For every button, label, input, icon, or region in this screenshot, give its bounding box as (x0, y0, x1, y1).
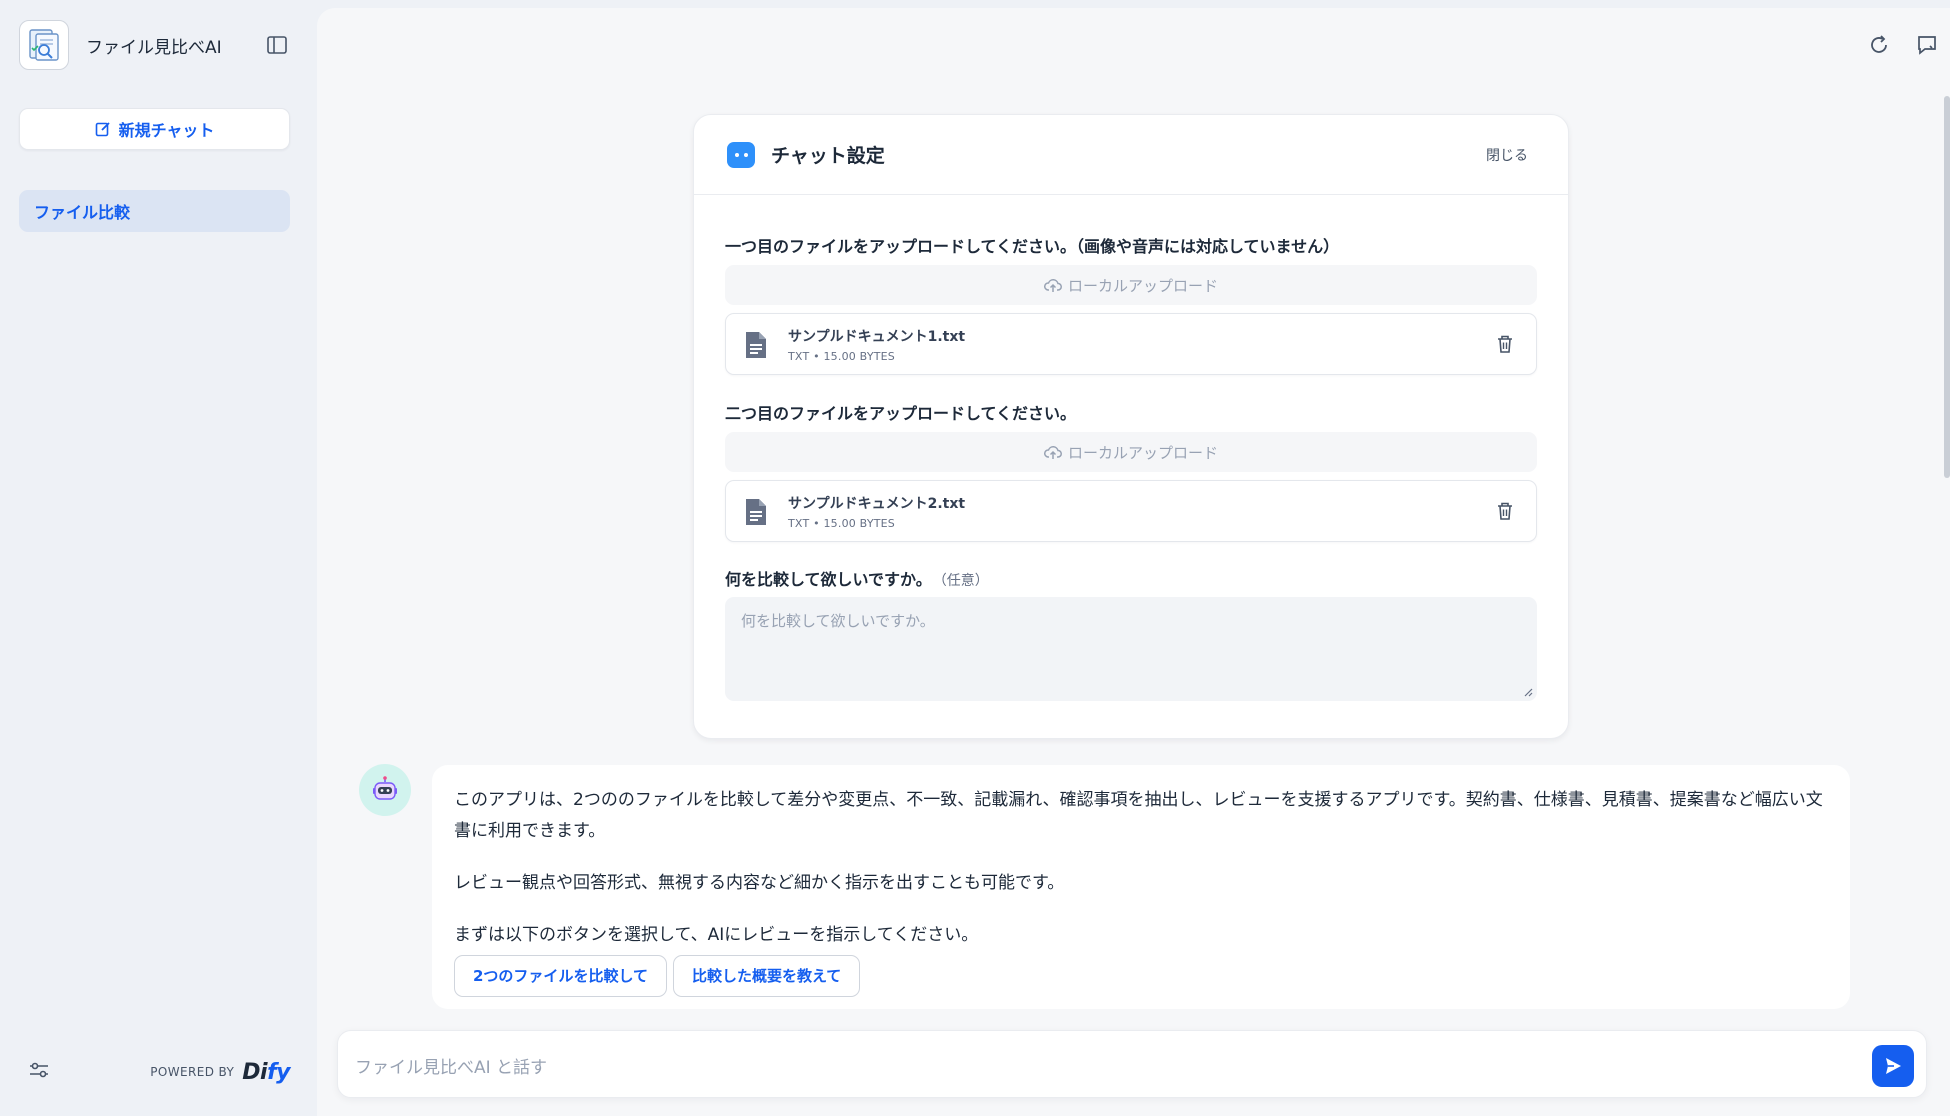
sidebar-footer: POWERED BY Dify (28, 1052, 290, 1092)
file-name: サンプルドキュメント1.txt (788, 329, 966, 345)
file1-item: サンプルドキュメント1.txt TXT • 15.00 BYTES (725, 313, 1537, 375)
optional-tag: （任意） (939, 573, 989, 589)
chat-bubble-icon (727, 141, 755, 168)
app-name: ファイル見比べAI (86, 37, 222, 58)
chat-settings-title: チャット設定 (771, 145, 885, 167)
powered-by: POWERED BY Dify (150, 1060, 290, 1085)
sidebar-item-label: ファイル比較 (34, 203, 131, 222)
file1-upload-button[interactable]: ローカルアップロード (725, 265, 1537, 305)
question-placeholder: 何を比較して欲しいですか。 (741, 612, 935, 630)
chat-settings-header: チャット設定 閉じる (694, 115, 1568, 195)
settings-sliders-icon[interactable] (28, 1060, 50, 1084)
file-name: サンプルドキュメント2.txt (788, 496, 966, 512)
close-button[interactable]: 閉じる (1486, 145, 1528, 165)
file2-item: サンプルドキュメント2.txt TXT • 15.00 BYTES (725, 480, 1537, 542)
file-meta: TXT • 15.00 BYTES (788, 517, 895, 530)
app-header: ファイル見比べAI (19, 18, 299, 72)
app-logo-icon (19, 20, 69, 70)
suggested-questions: 2つのファイルを比較して 比較した概要を教えて (454, 955, 1828, 997)
refresh-icon[interactable] (1866, 32, 1892, 58)
bot-avatar (359, 764, 411, 816)
chat-input-placeholder: ファイル見比べAI と話す (355, 1058, 548, 1078)
chat-input[interactable]: ファイル見比べAI と話す (337, 1030, 1927, 1098)
sidebar-collapse-icon[interactable] (265, 33, 289, 57)
send-icon (1886, 1058, 1901, 1074)
document-icon (746, 332, 766, 358)
robot-icon (373, 776, 397, 800)
resize-handle-icon[interactable] (1523, 687, 1533, 697)
file2-label: 二つ目のファイルをアップロードしてください。 (725, 404, 1077, 423)
new-chat-label: 新規チャット (118, 121, 215, 140)
scrollbar[interactable] (1944, 96, 1950, 478)
trash-icon[interactable] (1496, 334, 1514, 354)
message-paragraph: レビュー観点や回答形式、無視する内容など細かく指示を出すことも可能です。 (454, 873, 1065, 893)
message-paragraph: まずは以下のボタンを選択して、AIにレビューを指示してください。 (454, 925, 979, 945)
suggestion-button[interactable]: 2つのファイルを比較して (454, 955, 667, 997)
upload-label: ローカルアップロード (1067, 443, 1218, 462)
chat-settings-icon[interactable] (1914, 32, 1940, 58)
new-chat-button[interactable]: 新規チャット (19, 108, 290, 150)
document-icon (746, 499, 766, 525)
bot-message: このアプリは、2つののファイルを比較して差分や変更点、不一致、記載漏れ、確認事項… (432, 765, 1850, 1009)
sidebar: ファイル見比べAI 新規チャット ファイル比較 POWERED BY Dify (0, 0, 317, 1116)
main-area: チャット設定 閉じる 一つ目のファイルをアップロードしてください。（画像や音声に… (317, 8, 1950, 1116)
top-toolbar (1866, 32, 1950, 58)
trash-icon[interactable] (1496, 501, 1514, 521)
send-button[interactable] (1872, 1045, 1914, 1087)
powered-by-label: POWERED BY (150, 1065, 235, 1079)
message-paragraph: このアプリは、2つののファイルを比較して差分や変更点、不一致、記載漏れ、確認事項… (454, 790, 1823, 841)
chat-settings-panel: チャット設定 閉じる 一つ目のファイルをアップロードしてください。（画像や音声に… (693, 114, 1569, 739)
cloud-upload-icon (1043, 446, 1062, 459)
question-label: 何を比較して欲しいですか。 （任意） (725, 570, 989, 589)
sidebar-item-file-compare[interactable]: ファイル比較 (19, 190, 290, 232)
file1-label: 一つ目のファイルをアップロードしてください。（画像や音声には対応していません） (725, 237, 1340, 256)
cloud-upload-icon (1043, 279, 1062, 292)
question-textarea[interactable]: 何を比較して欲しいですか。 (725, 597, 1537, 701)
edit-icon (95, 122, 110, 137)
upload-label: ローカルアップロード (1067, 276, 1218, 295)
suggestion-button[interactable]: 比較した概要を教えて (673, 955, 861, 997)
file2-upload-button[interactable]: ローカルアップロード (725, 432, 1537, 472)
file-meta: TXT • 15.00 BYTES (788, 350, 895, 363)
dify-logo: Dify (242, 1059, 290, 1085)
